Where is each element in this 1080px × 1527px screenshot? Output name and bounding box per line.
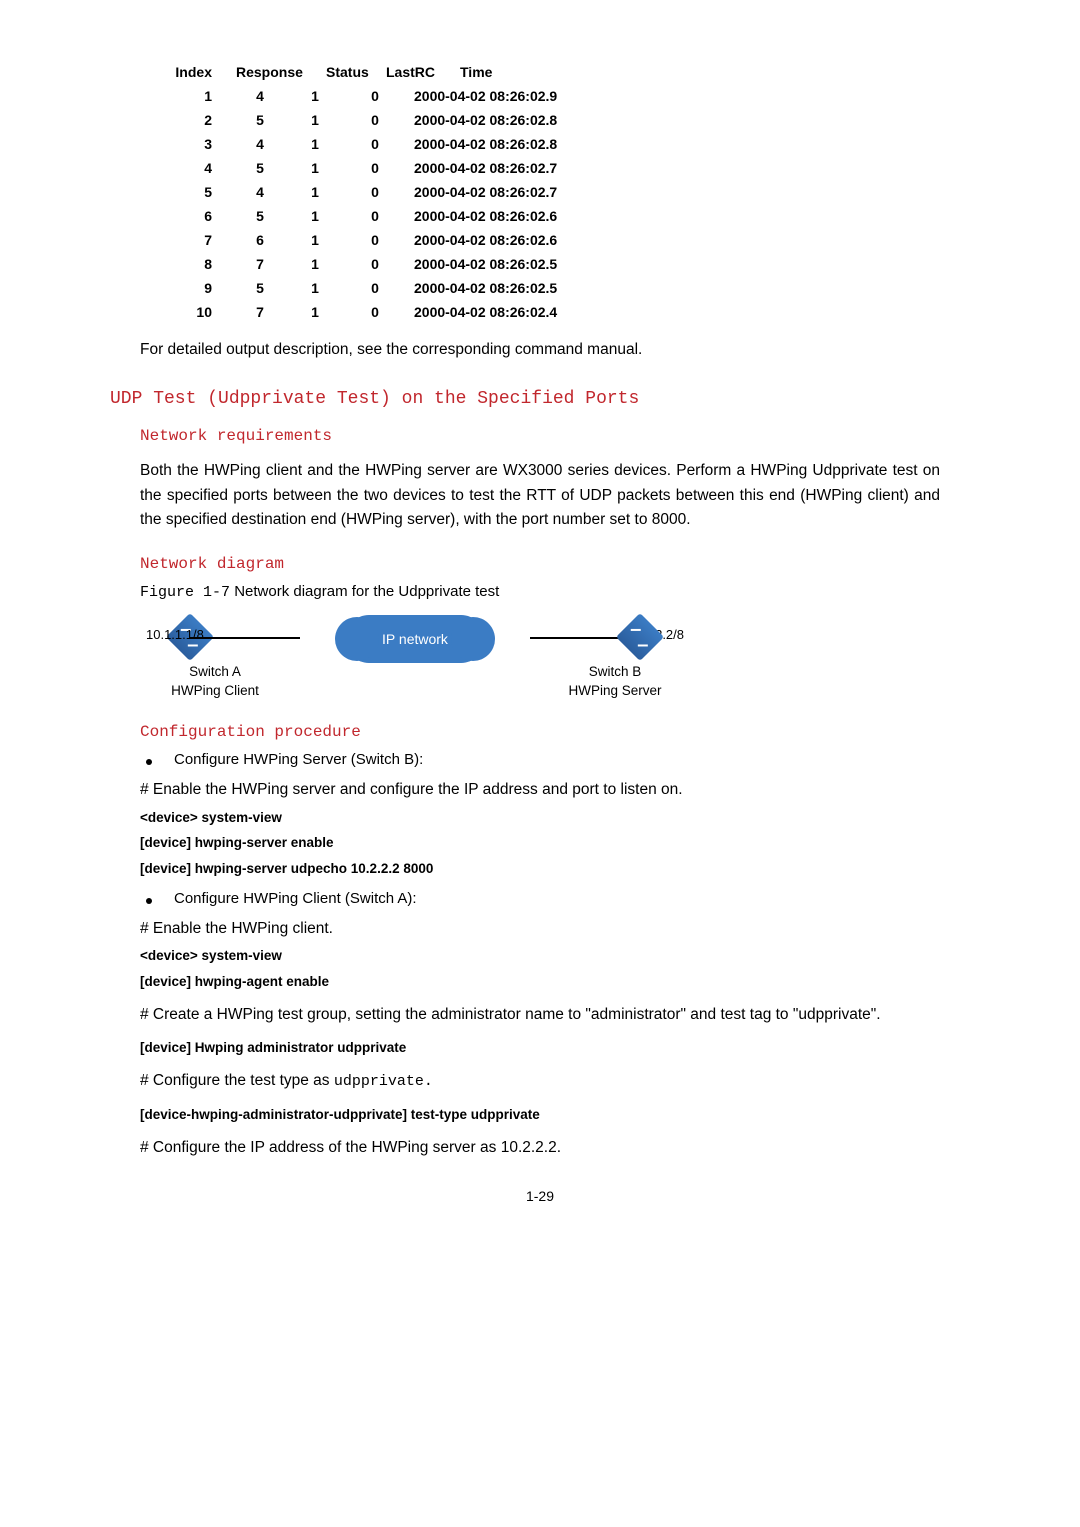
table-row: 2 5 1 0 2000-04-02 08:26:02.8	[160, 108, 940, 132]
cloud-label: IP network	[382, 631, 448, 647]
figure-text: Network diagram for the Udpprivate test	[234, 583, 499, 600]
switch-a-role: HWPing Client	[140, 682, 290, 701]
figure-caption: Figure 1-7 Network diagram for the Udppr…	[140, 583, 940, 601]
cmd-line: <device> system-view	[140, 807, 940, 829]
enable-server-text: # Enable the HWPing server and configure…	[140, 778, 940, 803]
bullet-client-text: Configure HWPing Client (Switch A):	[174, 890, 417, 907]
heading-configuration-procedure: Configuration procedure	[140, 723, 940, 741]
cmd-line: [device] hwping-agent enable	[140, 971, 940, 993]
heading-network-requirements: Network requirements	[140, 427, 940, 445]
heading-network-diagram: Network diagram	[140, 555, 940, 573]
figure-label: Figure 1-7	[140, 584, 230, 601]
table-row: 5 4 1 0 2000-04-02 08:26:02.7	[160, 180, 940, 204]
bullet-icon	[146, 898, 152, 904]
page-number: 1-29	[140, 1188, 940, 1204]
table-row: 9 5 1 0 2000-04-02 08:26:02.5	[160, 276, 940, 300]
table-row: 4 5 1 0 2000-04-02 08:26:02.7	[160, 156, 940, 180]
col-lastrc: LastRC	[386, 64, 456, 80]
table-row: 8 7 1 0 2000-04-02 08:26:02.5	[160, 252, 940, 276]
table-row: 7 6 1 0 2000-04-02 08:26:02.6	[160, 228, 940, 252]
table-row: 6 5 1 0 2000-04-02 08:26:02.6	[160, 204, 940, 228]
cmd-line: <device> system-view	[140, 945, 940, 967]
cmd-line: [device] hwping-server enable	[140, 832, 940, 854]
network-diagram: 10.1.1.1/8 IP network 10.2.2.2/8 Switch …	[140, 609, 690, 701]
network-requirements-text: Both the HWPing client and the HWPing se…	[140, 459, 940, 533]
history-table: Index Response Status LastRC Time 1 4 1 …	[160, 60, 940, 324]
switch-b-role: HWPing Server	[540, 682, 690, 701]
table-row: 10 7 1 0 2000-04-02 08:26:02.4	[160, 300, 940, 324]
detail-note: For detailed output description, see the…	[140, 338, 940, 363]
table-row: 3 4 1 0 2000-04-02 08:26:02.8	[160, 132, 940, 156]
col-response: Response	[230, 64, 326, 80]
bullet-server-text: Configure HWPing Server (Switch B):	[174, 751, 423, 768]
bullet-icon	[146, 759, 152, 765]
create-group-text: # Create a HWPing test group, setting th…	[140, 1003, 940, 1028]
cmd-line: [device] Hwping administrator udpprivate	[140, 1037, 940, 1059]
bullet-client: Configure HWPing Client (Switch A):	[140, 890, 940, 907]
switch-icon	[623, 614, 657, 660]
enable-client-text: # Enable the HWPing client.	[140, 917, 940, 942]
section-udp-test: UDP Test (Udpprivate Test) on the Specif…	[110, 389, 940, 409]
table-row: 1 4 1 0 2000-04-02 08:26:02.9	[160, 84, 940, 108]
col-status: Status	[326, 64, 386, 80]
config-ip-text: # Configure the IP address of the HWPing…	[140, 1136, 940, 1161]
col-time: Time	[456, 64, 636, 80]
col-index: Index	[160, 64, 230, 80]
ip-left: 10.1.1.1/8	[146, 627, 204, 642]
cloud-icon: IP network	[345, 615, 485, 663]
bullet-server: Configure HWPing Server (Switch B):	[140, 751, 940, 768]
cmd-line: [device] hwping-server udpecho 10.2.2.2 …	[140, 858, 940, 880]
test-type-text: # Configure the test type as udpprivate.	[140, 1069, 940, 1094]
cmd-line: [device-hwping-administrator-udpprivate]…	[140, 1104, 940, 1126]
